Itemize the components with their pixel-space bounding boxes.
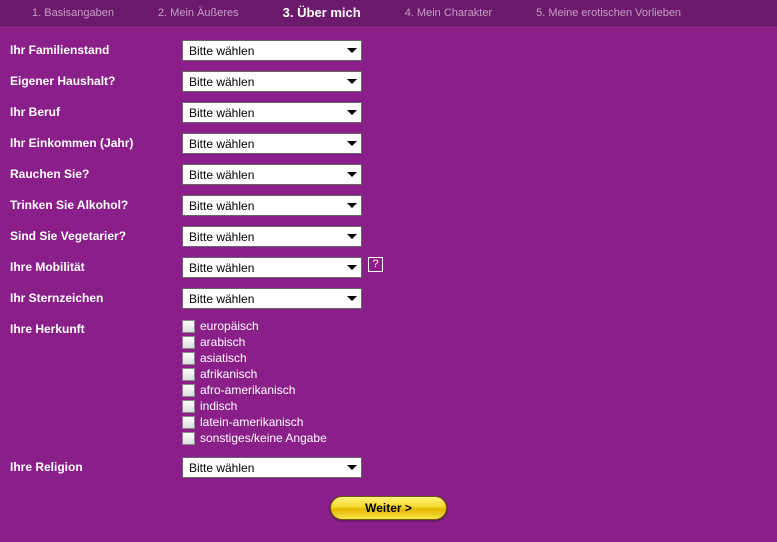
checkbox-sonstiges[interactable] xyxy=(182,432,195,445)
checkbox-indisch[interactable] xyxy=(182,400,195,413)
label-beruf: Ihr Beruf xyxy=(10,102,182,119)
chevron-down-icon xyxy=(347,234,357,239)
select-mobilitaet[interactable]: Bitte wählen xyxy=(182,257,362,278)
row-sternzeichen: Ihr Sternzeichen Bitte wählen xyxy=(10,288,767,309)
label-herkunft: Ihre Herkunft xyxy=(10,319,182,336)
select-einkommen[interactable]: Bitte wählen xyxy=(182,133,362,154)
select-alkohol[interactable]: Bitte wählen xyxy=(182,195,362,216)
select-value: Bitte wählen xyxy=(189,44,254,58)
tab-vorlieben[interactable]: 5. Meine erotischen Vorlieben xyxy=(514,0,703,26)
checkbox-row: afrikanisch xyxy=(182,367,327,381)
chevron-down-icon xyxy=(347,203,357,208)
label-mobilitaet: Ihre Mobilität xyxy=(10,257,182,274)
select-sternzeichen[interactable]: Bitte wählen xyxy=(182,288,362,309)
select-beruf[interactable]: Bitte wählen xyxy=(182,102,362,123)
select-value: Bitte wählen xyxy=(189,75,254,89)
checkbox-row: europäisch xyxy=(182,319,327,333)
herkunft-checkbox-list: europäisch arabisch asiatisch afrikanisc… xyxy=(182,319,327,447)
row-alkohol: Trinken Sie Alkohol? Bitte wählen xyxy=(10,195,767,216)
chevron-down-icon xyxy=(347,465,357,470)
select-value: Bitte wählen xyxy=(189,106,254,120)
chevron-down-icon xyxy=(347,48,357,53)
row-einkommen: Ihr Einkommen (Jahr) Bitte wählen xyxy=(10,133,767,154)
checkbox-row: latein-amerikanisch xyxy=(182,415,327,429)
label-familienstand: Ihr Familienstand xyxy=(10,40,182,57)
checkbox-row: asiatisch xyxy=(182,351,327,365)
checkbox-label: indisch xyxy=(200,399,237,413)
tab-ueber-mich[interactable]: 3. Über mich xyxy=(261,0,383,26)
select-value: Bitte wählen xyxy=(189,461,254,475)
select-familienstand[interactable]: Bitte wählen xyxy=(182,40,362,61)
select-value: Bitte wählen xyxy=(189,292,254,306)
checkbox-latein-amerikanisch[interactable] xyxy=(182,416,195,429)
help-icon[interactable]: ? xyxy=(368,257,383,272)
tab-basisangaben[interactable]: 1. Basisangaben xyxy=(10,0,136,26)
tab-aeusseres[interactable]: 2. Mein Äußeres xyxy=(136,0,261,26)
label-einkommen: Ihr Einkommen (Jahr) xyxy=(10,133,182,150)
label-religion: Ihre Religion xyxy=(10,457,182,474)
button-row: Weiter > xyxy=(10,496,767,520)
checkbox-europaeisch[interactable] xyxy=(182,320,195,333)
weiter-button[interactable]: Weiter > xyxy=(330,496,447,520)
step-tabs: 1. Basisangaben 2. Mein Äußeres 3. Über … xyxy=(0,0,777,26)
select-value: Bitte wählen xyxy=(189,199,254,213)
label-rauchen: Rauchen Sie? xyxy=(10,164,182,181)
form-area: Ihr Familienstand Bitte wählen Eigener H… xyxy=(0,26,777,520)
row-mobilitaet: Ihre Mobilität Bitte wählen ? xyxy=(10,257,767,278)
select-rauchen[interactable]: Bitte wählen xyxy=(182,164,362,185)
tab-charakter[interactable]: 4. Mein Charakter xyxy=(383,0,514,26)
row-haushalt: Eigener Haushalt? Bitte wählen xyxy=(10,71,767,92)
checkbox-row: afro-amerikanisch xyxy=(182,383,327,397)
checkbox-asiatisch[interactable] xyxy=(182,352,195,365)
checkbox-afrikanisch[interactable] xyxy=(182,368,195,381)
select-value: Bitte wählen xyxy=(189,168,254,182)
label-vegetarier: Sind Sie Vegetarier? xyxy=(10,226,182,243)
chevron-down-icon xyxy=(347,265,357,270)
checkbox-arabisch[interactable] xyxy=(182,336,195,349)
checkbox-label: sonstiges/keine Angabe xyxy=(200,431,327,445)
label-alkohol: Trinken Sie Alkohol? xyxy=(10,195,182,212)
chevron-down-icon xyxy=(347,296,357,301)
chevron-down-icon xyxy=(347,141,357,146)
checkbox-label: arabisch xyxy=(200,335,245,349)
select-value: Bitte wählen xyxy=(189,230,254,244)
checkbox-row: indisch xyxy=(182,399,327,413)
checkbox-row: sonstiges/keine Angabe xyxy=(182,431,327,445)
chevron-down-icon xyxy=(347,110,357,115)
row-herkunft: Ihre Herkunft europäisch arabisch asiati… xyxy=(10,319,767,447)
select-haushalt[interactable]: Bitte wählen xyxy=(182,71,362,92)
row-familienstand: Ihr Familienstand Bitte wählen xyxy=(10,40,767,61)
select-value: Bitte wählen xyxy=(189,137,254,151)
row-religion: Ihre Religion Bitte wählen xyxy=(10,457,767,478)
row-beruf: Ihr Beruf Bitte wählen xyxy=(10,102,767,123)
select-religion[interactable]: Bitte wählen xyxy=(182,457,362,478)
checkbox-label: afro-amerikanisch xyxy=(200,383,295,397)
chevron-down-icon xyxy=(347,79,357,84)
checkbox-label: afrikanisch xyxy=(200,367,257,381)
chevron-down-icon xyxy=(347,172,357,177)
checkbox-label: asiatisch xyxy=(200,351,247,365)
label-sternzeichen: Ihr Sternzeichen xyxy=(10,288,182,305)
checkbox-label: europäisch xyxy=(200,319,259,333)
checkbox-row: arabisch xyxy=(182,335,327,349)
checkbox-afro-amerikanisch[interactable] xyxy=(182,384,195,397)
label-haushalt: Eigener Haushalt? xyxy=(10,71,182,88)
checkbox-label: latein-amerikanisch xyxy=(200,415,303,429)
select-vegetarier[interactable]: Bitte wählen xyxy=(182,226,362,247)
row-rauchen: Rauchen Sie? Bitte wählen xyxy=(10,164,767,185)
select-value: Bitte wählen xyxy=(189,261,254,275)
row-vegetarier: Sind Sie Vegetarier? Bitte wählen xyxy=(10,226,767,247)
